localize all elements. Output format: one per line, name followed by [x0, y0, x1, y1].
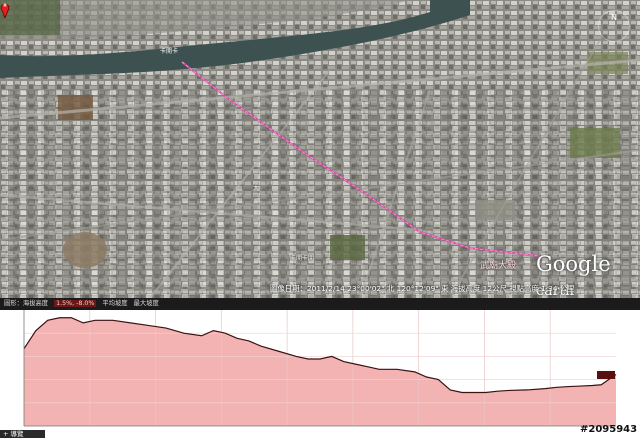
- elevation-profile-panel: 圖形：海拔高度 1.5%, -8.0% 平均坡度 最大坡度: [0, 298, 640, 438]
- place-label: 卡開卡開: [290, 255, 315, 262]
- place-label: 大: [253, 185, 260, 192]
- watermark: #2095943: [580, 424, 638, 435]
- elevation-chart[interactable]: [0, 310, 640, 438]
- status-bar: 圖像日期：2011/2/14 23°00'02" 北 120°12'09" 東 …: [270, 284, 575, 293]
- profile-header-item: 最大坡度: [133, 300, 159, 307]
- pin-label: 卡開卡: [160, 48, 179, 55]
- logo-google: Google: [536, 252, 611, 276]
- landmark-label: 武廟大殿: [480, 261, 517, 271]
- profile-header-highlight: 1.5%, -8.0%: [54, 300, 97, 307]
- location-pin-icon[interactable]: [0, 0, 10, 18]
- tour-tab[interactable]: + 導覽: [0, 430, 45, 438]
- elevation-value-tag: [597, 371, 615, 379]
- compass-icon[interactable]: N: [598, 10, 630, 42]
- profile-header: 圖形：海拔高度 1.5%, -8.0% 平均坡度 最大坡度: [0, 298, 640, 310]
- satellite-map[interactable]: 卡開卡 卡開卡開 大 武廟大殿 N Google earth 圖像日期：2011…: [0, 0, 640, 298]
- compass-north-label: N: [611, 13, 617, 22]
- profile-header-item: 平均坡度: [102, 300, 128, 307]
- profile-header-item: 圖形：海拔高度: [4, 300, 49, 307]
